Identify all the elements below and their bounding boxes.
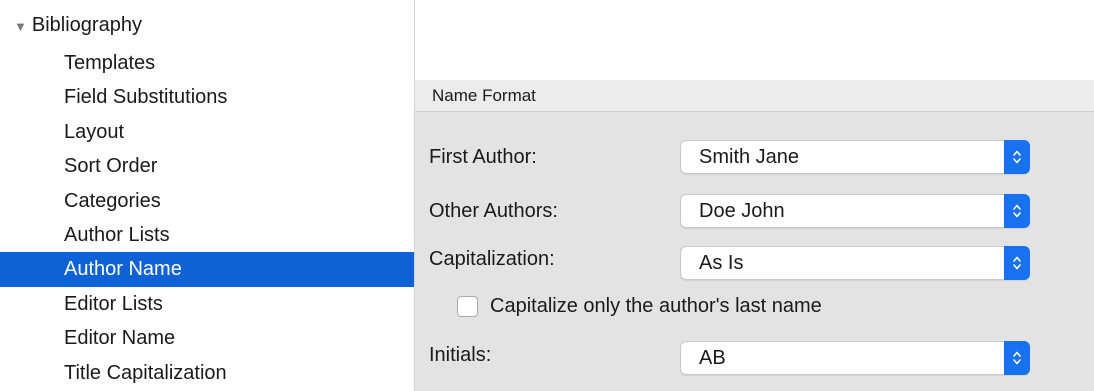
capitalize-last-name-label: Capitalize only the author's last name: [490, 294, 822, 317]
name-format-header: Name Format: [415, 80, 1094, 112]
capitalization-value: As Is: [699, 252, 744, 274]
other-authors-label: Other Authors:: [429, 200, 558, 222]
sidebar-item-categories[interactable]: Categories: [0, 184, 414, 218]
tree-root-bibliography[interactable]: ▼ Bibliography: [14, 10, 142, 40]
sidebar-item-title-capitalization[interactable]: Title Capitalization: [0, 356, 414, 390]
initials-popup[interactable]: AB: [680, 341, 1030, 375]
sidebar-item-author-lists[interactable]: Author Lists: [0, 218, 414, 252]
capitalization-popup[interactable]: As Is: [680, 246, 1030, 280]
chevron-up-down-icon: [1004, 341, 1030, 375]
sidebar-item-editor-lists[interactable]: Editor Lists: [0, 287, 414, 321]
sidebar-item-templates[interactable]: Templates: [0, 46, 414, 80]
sidebar-item-sort-order[interactable]: Sort Order: [0, 149, 414, 183]
sidebar: ▼ Bibliography Templates Field Substitut…: [0, 0, 414, 391]
tree-root-label: Bibliography: [31, 13, 142, 36]
initials-label: Initials:: [429, 344, 492, 366]
name-format-panel: First Author: Smith Jane Other Authors: …: [415, 112, 1094, 391]
capitalize-last-name-checkbox[interactable]: [457, 295, 478, 317]
sidebar-item-field-substitutions[interactable]: Field Substitutions: [0, 80, 414, 114]
first-author-popup[interactable]: Smith Jane: [680, 140, 1030, 174]
capitalize-last-name-option[interactable]: Capitalize only the author's last name: [457, 289, 822, 323]
chevron-up-down-icon: [1004, 246, 1030, 280]
sidebar-item-editor-name[interactable]: Editor Name: [0, 321, 414, 355]
tree-items: Templates Field Substitutions Layout Sor…: [0, 46, 414, 390]
first-author-label: First Author:: [429, 146, 537, 168]
capitalization-label: Capitalization:: [429, 248, 555, 270]
chevron-up-down-icon: [1004, 140, 1030, 174]
other-authors-value: Doe John: [699, 200, 785, 222]
sidebar-item-layout[interactable]: Layout: [0, 115, 414, 149]
sidebar-item-author-name[interactable]: Author Name: [0, 252, 414, 287]
disclosure-triangle-down-icon[interactable]: ▼: [14, 19, 27, 34]
chevron-up-down-icon: [1004, 194, 1030, 228]
first-author-value: Smith Jane: [699, 146, 800, 168]
other-authors-popup[interactable]: Doe John: [680, 194, 1030, 228]
initials-value: AB: [699, 347, 726, 369]
